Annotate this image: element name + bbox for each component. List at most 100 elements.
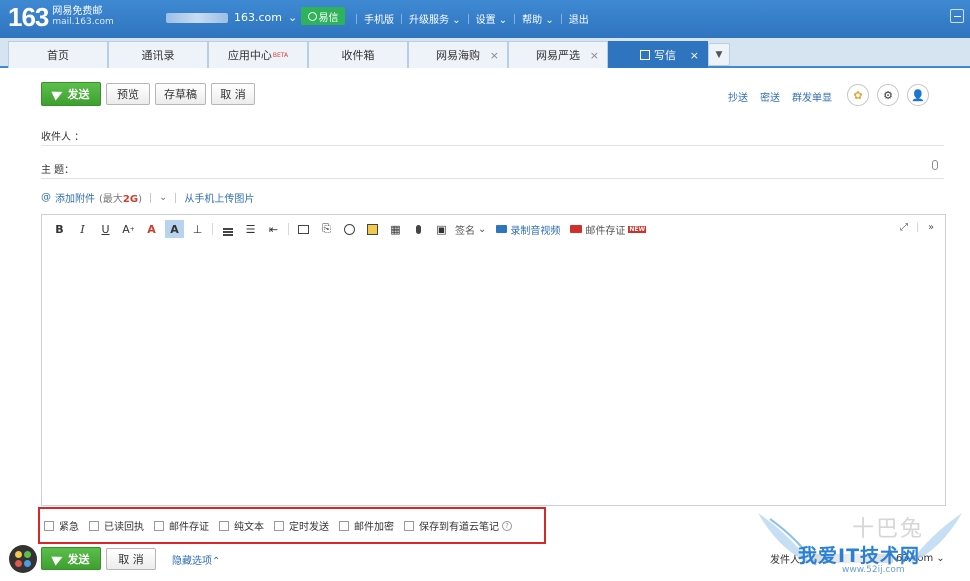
editor[interactable]: B I U A + A A ⊥ ☰ ⇤ ⎘ ▦ ▣ 签名 ⌄ 录制音视频 邮件存证 N… — [41, 214, 946, 506]
tab-home[interactable]: 首页 — [8, 41, 108, 68]
underline-icon[interactable]: U — [96, 220, 115, 238]
cancel-button[interactable]: 取 消 — [211, 83, 255, 105]
chevron-down-icon: ⌄ — [452, 15, 461, 26]
sender-select[interactable]: 发件人： 63.com ⌄ — [770, 551, 945, 566]
voice-icon[interactable] — [409, 220, 428, 238]
emoji-icon[interactable] — [340, 220, 359, 238]
list-icon[interactable]: ☰ — [241, 220, 260, 238]
option-urgent[interactable]: 紧急 — [44, 518, 79, 533]
cancel-button-bottom[interactable]: 取 消 — [106, 548, 156, 570]
paper-plane-icon — [50, 87, 65, 101]
yixin-button[interactable]: 易信 — [301, 7, 345, 25]
close-icon[interactable]: × — [690, 49, 699, 62]
tab-inbox[interactable]: 收件箱 — [308, 41, 408, 68]
mail-proof-icon — [570, 225, 583, 233]
add-contact-icon[interactable]: 👤 — [907, 84, 929, 106]
separate-send-link[interactable]: 群发单显 — [792, 89, 832, 104]
highlight-icon[interactable]: A — [165, 220, 184, 238]
chevron-down-icon: ⌄ — [478, 223, 487, 235]
option-encrypt[interactable]: 邮件加密 — [339, 518, 394, 533]
option-mail-proof[interactable]: 邮件存证 — [154, 518, 209, 533]
apps-icon[interactable] — [9, 545, 37, 573]
image-icon[interactable] — [294, 220, 313, 238]
help-icon[interactable]: ? — [502, 520, 512, 531]
option-read-receipt[interactable]: 已读回执 — [89, 518, 144, 533]
stationery-icon[interactable]: ✿ — [847, 84, 869, 106]
note-icon[interactable] — [363, 220, 382, 238]
cc-link[interactable]: 抄送 — [728, 89, 748, 104]
subject-input[interactable] — [41, 178, 944, 179]
to-label: 收件人 ： — [41, 132, 85, 143]
gear-icon[interactable]: ⚙ — [877, 84, 899, 106]
yixin-label: 易信 — [318, 12, 339, 24]
nav-logout[interactable]: 退出 — [562, 11, 596, 26]
tab-app-center[interactable]: 应用中心 BETA — [208, 41, 308, 68]
tab-yanxuan[interactable]: 网易严选 × — [508, 41, 608, 68]
recipient-options: 抄送 密送 群发单显 — [728, 89, 832, 104]
editor-toolbar: B I U A + A A ⊥ ☰ ⇤ ⎘ ▦ ▣ 签名 ⌄ 录制音视频 邮件存证 N… — [42, 215, 945, 243]
send-button[interactable]: 发送 — [41, 82, 101, 106]
italic-icon[interactable]: I — [73, 220, 92, 238]
checkbox[interactable] — [89, 520, 99, 531]
tab-haigou[interactable]: 网易海购 × — [408, 41, 508, 68]
font-color-icon[interactable]: A — [142, 220, 161, 238]
upload-from-phone-link[interactable]: 从手机上传图片 — [184, 190, 254, 205]
table-icon[interactable]: ▦ — [386, 220, 405, 238]
screenshot-icon[interactable]: ⎘ — [317, 220, 336, 238]
collapse-toolbar-icon[interactable]: » — [928, 222, 934, 233]
save-draft-button[interactable]: 存草稿 — [155, 83, 206, 105]
checkbox[interactable] — [219, 520, 229, 531]
beta-badge: BETA — [272, 51, 289, 59]
preview-button[interactable]: 预览 — [106, 83, 150, 105]
nav-upgrade[interactable]: 升级服务 ⌄ — [402, 11, 468, 26]
mail-proof-button[interactable]: 邮件存证 NEW — [570, 222, 647, 237]
bold-icon[interactable]: B — [50, 220, 69, 238]
nav-help[interactable]: 帮助 ⌄ — [515, 11, 561, 26]
logo-number: 163 — [8, 2, 49, 32]
hide-options-link[interactable]: 隐藏选项⌃ — [172, 552, 220, 567]
option-scheduled-send[interactable]: 定时发送 — [274, 518, 329, 533]
video-icon — [496, 225, 508, 233]
close-icon[interactable]: × — [590, 49, 599, 62]
align-icon[interactable] — [218, 220, 237, 238]
watermark-gray-text: 十巴兔 — [852, 517, 925, 542]
checkbox[interactable] — [339, 520, 349, 531]
expand-icon[interactable]: ⤢ — [900, 222, 908, 233]
checkbox[interactable] — [274, 520, 284, 531]
watermark-url: www.52ij.com — [842, 565, 905, 575]
nav-mobile[interactable]: 手机版 — [357, 11, 401, 26]
chevron-down-icon[interactable]: ⌄ — [159, 192, 167, 203]
record-av-button[interactable]: 录制音视频 — [496, 222, 560, 237]
bcc-link[interactable]: 密送 — [760, 89, 780, 104]
chevron-down-icon: ⌄ — [936, 553, 945, 564]
indent-icon[interactable]: ⇤ — [264, 220, 283, 238]
microphone-icon[interactable] — [932, 160, 938, 170]
tab-more-button[interactable]: ▼ — [708, 43, 730, 66]
max-size-note: (最大2G) — [99, 194, 142, 205]
font-size-icon[interactable]: A + — [119, 220, 138, 238]
to-input[interactable] — [41, 145, 944, 146]
checkbox[interactable] — [404, 520, 414, 531]
nav-settings[interactable]: 设置 ⌄ — [469, 11, 515, 26]
template-icon[interactable]: ▣ — [432, 220, 451, 238]
subject-label: 主 题： — [41, 165, 75, 176]
account-menu[interactable]: 163.com ⌄ — [166, 11, 317, 24]
checkbox[interactable] — [44, 520, 54, 531]
edit-icon — [640, 50, 650, 60]
tab-compose[interactable]: 写信 × — [608, 41, 708, 68]
option-plain-text[interactable]: 纯文本 — [219, 518, 264, 533]
chevron-down-icon: ⌄ — [545, 15, 554, 26]
paperclip-icon: @ — [41, 192, 51, 203]
close-icon[interactable]: × — [490, 49, 499, 62]
add-attachment-link[interactable]: 添加附件 — [55, 190, 95, 205]
send-button-bottom[interactable]: 发送 — [41, 547, 101, 570]
format-brush-icon[interactable]: ⊥ — [188, 220, 207, 238]
signature-menu[interactable]: 签名 ⌄ — [455, 222, 486, 237]
logo[interactable]: 163 网易免费邮 mail.163.com — [8, 3, 114, 31]
tab-contacts[interactable]: 通讯录 — [108, 41, 208, 68]
checkbox[interactable] — [154, 520, 164, 531]
minimize-icon[interactable] — [950, 9, 964, 23]
chevron-down-icon: ⌄ — [498, 15, 508, 26]
option-save-youdao[interactable]: 保存到有道云笔记? — [404, 518, 512, 533]
tab-bar: 首页 通讯录 应用中心 BETA 收件箱 网易海购 × 网易严选 × 写信 × ▼ — [0, 38, 970, 68]
